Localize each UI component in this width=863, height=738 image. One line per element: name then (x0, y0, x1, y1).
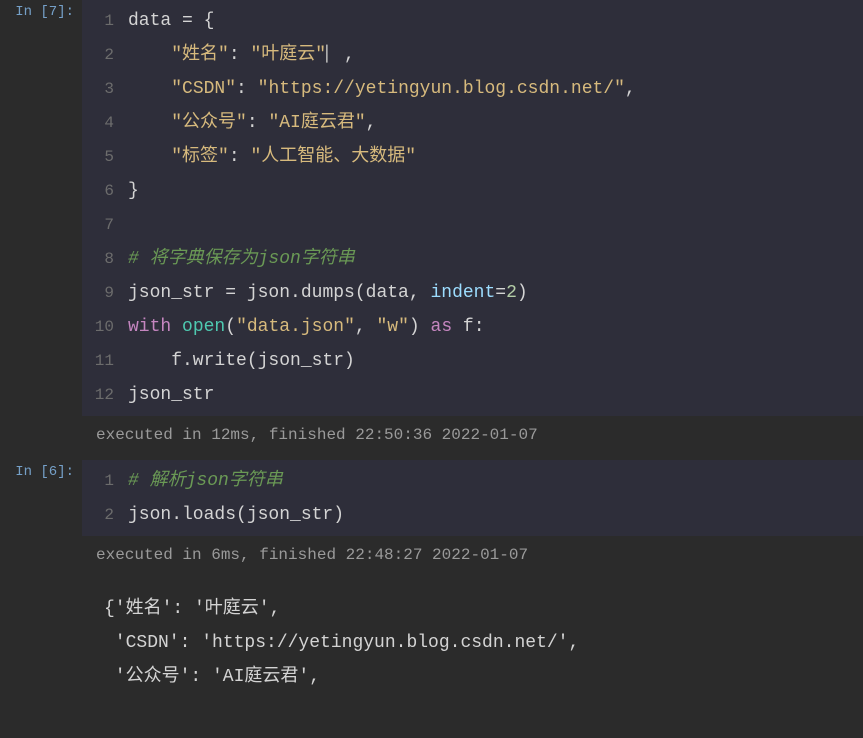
cell-prompt: In [6]: (0, 460, 82, 536)
output-line: {'姓名': '叶庭云', (104, 592, 841, 626)
cell-prompt: In [7]: (0, 0, 82, 416)
output-line: '公众号': 'AI庭云君', (104, 660, 841, 694)
code-editor[interactable]: data = { "姓名": "叶庭云"⎸, "CSDN": "https://… (124, 0, 863, 416)
execution-status: executed in 12ms, finished 22:50:36 2022… (82, 416, 863, 454)
code-line[interactable]: } (128, 174, 855, 208)
code-line[interactable]: data = { (128, 4, 855, 38)
line-gutter: 1 2 3 4 5 6 7 8 9 10 11 12 (82, 0, 124, 416)
code-line[interactable]: json_str = json.dumps(data, indent=2) (128, 276, 855, 310)
code-line[interactable]: "公众号": "AI庭云君", (128, 106, 855, 140)
output-line: 'CSDN': 'https://yetingyun.blog.csdn.net… (104, 626, 841, 660)
code-line[interactable] (128, 208, 855, 242)
text-cursor-icon: ⎸ (326, 45, 344, 65)
cell-output: {'姓名': '叶庭云', 'CSDN': 'https://yetingyun… (82, 574, 863, 704)
code-line[interactable]: # 解析json字符串 (128, 464, 855, 498)
line-gutter: 1 2 (82, 460, 124, 536)
code-cell: In [7]: 1 2 3 4 5 6 7 8 9 10 11 12 data … (0, 0, 863, 416)
code-line[interactable]: with open("data.json", "w") as f: (128, 310, 855, 344)
code-area[interactable]: 1 2 # 解析json字符串 json.loads(json_str) (82, 460, 863, 536)
code-line[interactable]: f.write(json_str) (128, 344, 855, 378)
code-line[interactable]: "标签": "人工智能、大数据" (128, 140, 855, 174)
code-editor[interactable]: # 解析json字符串 json.loads(json_str) (124, 460, 863, 536)
execution-status: executed in 6ms, finished 22:48:27 2022-… (82, 536, 863, 574)
code-line[interactable]: json.loads(json_str) (128, 498, 855, 532)
code-line[interactable]: "CSDN": "https://yetingyun.blog.csdn.net… (128, 72, 855, 106)
code-line[interactable]: json_str (128, 378, 855, 412)
code-area[interactable]: 1 2 3 4 5 6 7 8 9 10 11 12 data = { "姓名"… (82, 0, 863, 416)
code-cell: In [6]: 1 2 # 解析json字符串 json.loads(json_… (0, 460, 863, 536)
code-line[interactable]: "姓名": "叶庭云"⎸, (128, 38, 855, 72)
code-line[interactable]: # 将字典保存为json字符串 (128, 242, 855, 276)
